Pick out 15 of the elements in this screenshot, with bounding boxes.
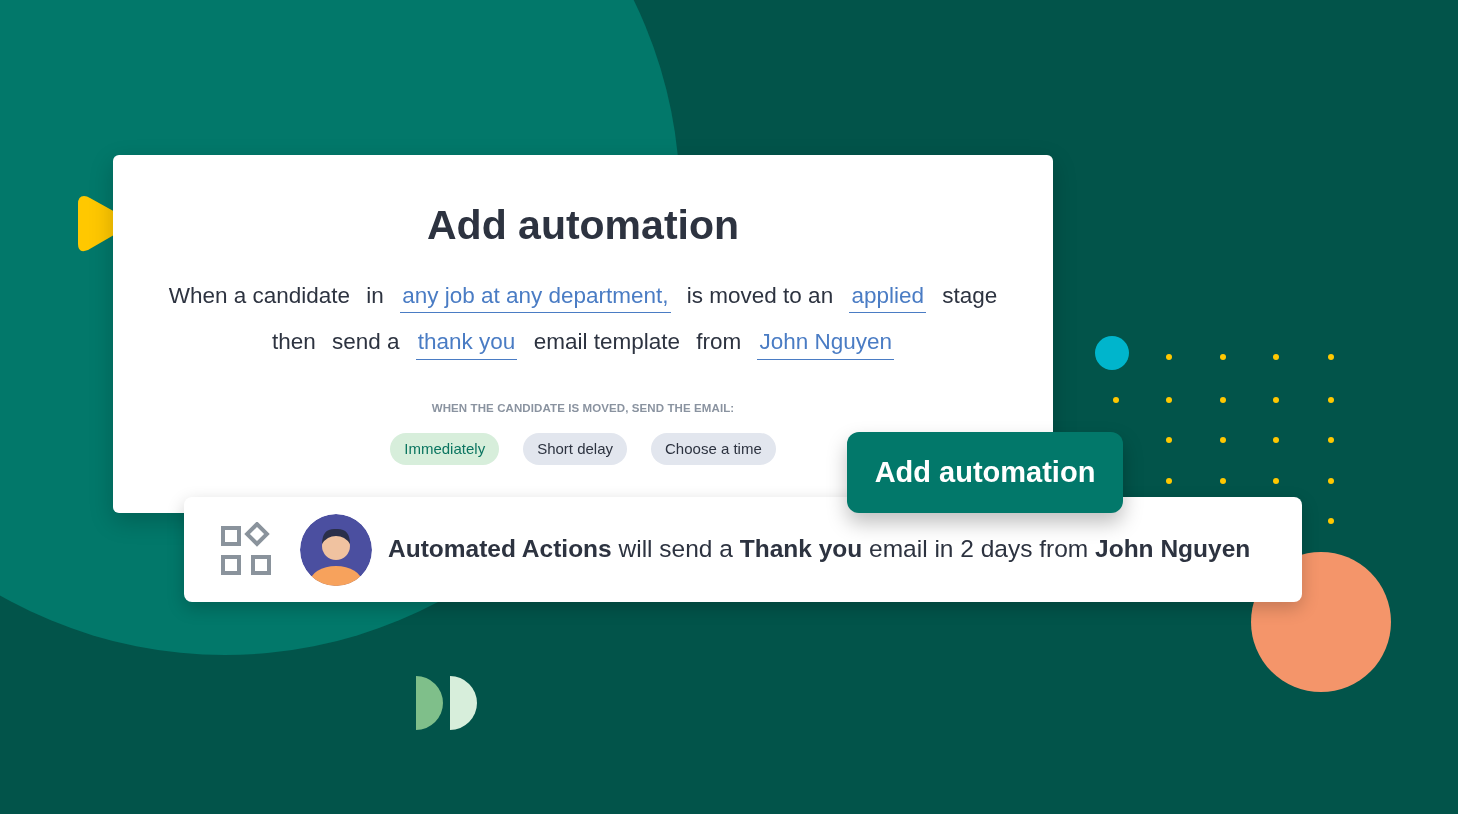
logo-drawing bbox=[416, 676, 477, 730]
section-label: WHEN THE CANDIDATE IS MOVED, SEND THE EMAIL: bbox=[430, 400, 736, 416]
notification-message: Automated Actions will send a Thank you email in 2 days from John Nguyen bbox=[388, 534, 1251, 565]
add-automation-button[interactable]: Add automation bbox=[847, 432, 1123, 513]
dialog-title: Add automation bbox=[426, 201, 740, 250]
link[interactable]: applied bbox=[849, 284, 926, 313]
sentence: When a candidate in any job at any department, is moved to an applied stage bbox=[113, 284, 1053, 313]
link[interactable]: John Nguyen bbox=[757, 331, 895, 360]
link[interactable]: any job at any department, bbox=[400, 284, 671, 313]
timing-option[interactable]: Short delay bbox=[523, 432, 627, 466]
link[interactable]: thank you bbox=[415, 331, 518, 360]
timing-option[interactable]: Choose a time bbox=[651, 432, 776, 466]
sentence: then send a thank you email template from John Nguyen bbox=[113, 331, 1053, 360]
accent-circle bbox=[1095, 336, 1129, 370]
timing-option[interactable]: Immediately bbox=[390, 432, 500, 466]
